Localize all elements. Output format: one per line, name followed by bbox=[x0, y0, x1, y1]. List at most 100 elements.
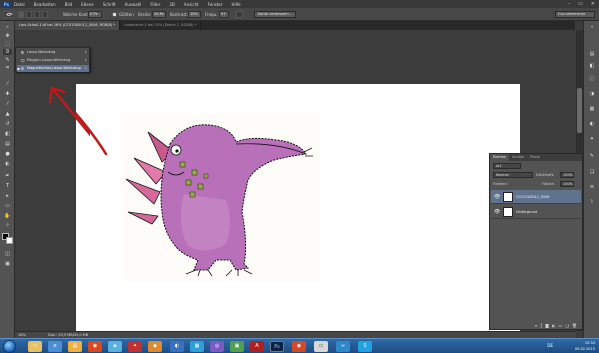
hand-tool-icon[interactable]: ✋ bbox=[3, 213, 12, 219]
flyout-item-lasso[interactable]: ᘐ Lasso-Werkzeug L bbox=[17, 49, 89, 56]
history-brush-icon[interactable]: ↺ bbox=[3, 121, 12, 127]
quick-mask-icon[interactable]: ◫ bbox=[3, 251, 12, 257]
skype-icon[interactable]: S bbox=[358, 341, 372, 352]
intersect-selection-icon[interactable] bbox=[42, 11, 48, 18]
eyedropper-tool-icon[interactable]: ⁄ bbox=[3, 81, 12, 87]
stamp-tool-icon[interactable]: ▲ bbox=[3, 111, 12, 117]
firefox-icon[interactable]: ◉ bbox=[88, 341, 102, 352]
folder-icon[interactable]: ▤ bbox=[68, 341, 82, 352]
mask-icon[interactable]: ◙ bbox=[545, 323, 549, 328]
shape-tool-icon[interactable]: ▭ bbox=[3, 203, 12, 209]
feather-field[interactable]: 0 Px bbox=[88, 11, 102, 18]
tab-lars-scholl[interactable]: Lars-Scholl-1.tif bei 16% (CCV1000012_00… bbox=[15, 21, 121, 30]
trash-icon[interactable]: 🗑 bbox=[572, 323, 577, 328]
explorer-icon[interactable]: ▭ bbox=[28, 341, 42, 352]
flyout-item-polygon-lasso[interactable]: ⌬ Polygon-Lasso-Werkzeug L bbox=[17, 57, 89, 64]
opacity-field[interactable]: 100% bbox=[560, 172, 574, 178]
brush-tool-icon[interactable]: ⁄ bbox=[3, 101, 12, 107]
eraser-tool-icon[interactable]: ◧ bbox=[3, 131, 12, 137]
paths-panel-icon[interactable]: ⌇ bbox=[588, 199, 596, 206]
subtract-selection-icon[interactable] bbox=[34, 11, 40, 18]
tab-ebenen[interactable]: Ebenen bbox=[490, 154, 510, 161]
menu-filter[interactable]: Filter bbox=[150, 2, 160, 7]
minimize-button[interactable]: – bbox=[568, 1, 571, 7]
app-icon[interactable]: ▭ bbox=[314, 341, 328, 352]
menu-schrift[interactable]: Schrift bbox=[103, 2, 116, 7]
menu-bearbeiten[interactable]: Bearbeiten bbox=[34, 2, 56, 7]
close-button[interactable]: ✕ bbox=[591, 1, 595, 7]
acrobat-icon[interactable]: A bbox=[250, 341, 264, 352]
folder-icon[interactable]: ▭ bbox=[559, 323, 563, 328]
blur-tool-icon[interactable]: ● bbox=[3, 151, 12, 157]
move-tool-icon[interactable]: ✥ bbox=[3, 33, 12, 39]
tool-preset-picker[interactable] bbox=[3, 11, 14, 18]
start-button[interactable] bbox=[3, 340, 16, 353]
app-icon[interactable]: ✦ bbox=[128, 341, 142, 352]
menu-hilfe[interactable]: Hilfe bbox=[232, 2, 241, 7]
menu-auswahl[interactable]: Auswahl bbox=[125, 2, 142, 7]
tab-kanaele[interactable]: Kanäle bbox=[509, 154, 527, 161]
background-color-swatch[interactable] bbox=[6, 237, 13, 244]
layer-row[interactable]: 👁 CCV1000012_0006 bbox=[491, 190, 581, 204]
menu-ansicht[interactable]: Ansicht bbox=[184, 2, 199, 7]
add-selection-icon[interactable] bbox=[26, 11, 32, 18]
tab-pfade[interactable]: Pfade bbox=[527, 154, 543, 161]
path-select-icon[interactable]: ▸ bbox=[3, 193, 12, 199]
menu-ebene[interactable]: Ebene bbox=[81, 2, 94, 7]
properties-panel-icon[interactable]: ◧ bbox=[588, 63, 596, 70]
new-selection-icon[interactable] bbox=[18, 11, 24, 18]
link-icon[interactable]: ∞ bbox=[534, 323, 537, 328]
menu-datei[interactable]: Datei bbox=[14, 2, 25, 7]
app-icon[interactable]: ◈ bbox=[108, 341, 122, 352]
maximize-button[interactable]: ▭ bbox=[578, 1, 583, 7]
history-panel-icon[interactable]: ▤ bbox=[588, 51, 596, 58]
app-icon[interactable]: ◐ bbox=[170, 341, 184, 352]
layer-filter-select[interactable]: Art bbox=[493, 163, 521, 169]
menu-3d[interactable]: 3D bbox=[169, 2, 175, 7]
info-panel-icon[interactable]: ⓘ bbox=[588, 76, 596, 83]
workspace-select[interactable]: Grundelemente bbox=[555, 11, 595, 18]
quick-select-tool-icon[interactable]: ✎ bbox=[3, 57, 12, 63]
collapse-icon[interactable]: » bbox=[3, 24, 12, 30]
app-icon[interactable]: ◉ bbox=[292, 341, 306, 352]
flyout-item-magnetic-lasso[interactable]: ▪ ᘐ Magnetisches-Lasso-Werkzeug L bbox=[17, 65, 89, 72]
swatches-panel-icon[interactable]: ▦ bbox=[588, 106, 596, 113]
zoom-tool-icon[interactable]: ⌕ bbox=[3, 222, 12, 228]
adjustment-icon[interactable]: ◐ bbox=[552, 323, 556, 328]
new-layer-icon[interactable]: ❏ bbox=[565, 323, 569, 328]
crop-tool-icon[interactable]: ⌗ bbox=[3, 65, 12, 71]
pen-pressure-icon[interactable] bbox=[236, 11, 243, 18]
styles-panel-icon[interactable]: ✦ bbox=[588, 136, 596, 143]
document-canvas[interactable] bbox=[76, 84, 520, 331]
dodge-tool-icon[interactable]: ◐ bbox=[3, 161, 12, 167]
menu-fenster[interactable]: Fenster bbox=[208, 2, 223, 7]
layers-panel-icon[interactable]: ❏ bbox=[588, 169, 596, 176]
marquee-tool-icon[interactable]: ⬚ bbox=[3, 41, 12, 47]
document-info[interactable]: Dok.: 29,9 MB/45,0 MB bbox=[48, 333, 88, 337]
brush-panel-icon[interactable]: ✎ bbox=[588, 153, 596, 160]
menu-bild[interactable]: Bild bbox=[65, 2, 73, 7]
ie-icon[interactable]: e bbox=[48, 341, 62, 352]
eye-icon[interactable]: 👁 bbox=[494, 194, 500, 200]
language-indicator[interactable]: DE bbox=[547, 343, 553, 348]
channels-panel-icon[interactable]: ≡ bbox=[588, 184, 596, 191]
app-icon[interactable]: ◆ bbox=[148, 341, 162, 352]
fill-field[interactable]: 100% bbox=[560, 181, 574, 187]
frequency-field[interactable]: 57 bbox=[219, 11, 229, 18]
color-panel-icon[interactable]: ◑ bbox=[588, 91, 596, 98]
zoom-readout[interactable]: 16% bbox=[18, 333, 26, 337]
width-field[interactable]: 10 Px bbox=[152, 11, 166, 18]
screen-mode-icon[interactable]: ▣ bbox=[3, 261, 12, 267]
app-icon[interactable]: ▦ bbox=[190, 341, 204, 352]
tab-unbenannt[interactable]: Unbenannt-1 bei 25% (Ebene 1, RGB/8) * bbox=[120, 21, 202, 30]
photoshop-taskbar-icon[interactable]: Ps bbox=[270, 341, 284, 352]
gradient-tool-icon[interactable]: ▤ bbox=[3, 141, 12, 147]
blend-mode-select[interactable]: Normal bbox=[493, 172, 533, 178]
type-tool-icon[interactable]: T bbox=[3, 183, 12, 189]
contrast-field[interactable]: 10% bbox=[188, 11, 201, 18]
refine-edge-button[interactable]: Kante verbessern... bbox=[254, 11, 296, 18]
fx-icon[interactable]: ƒ bbox=[541, 323, 542, 328]
healing-tool-icon[interactable]: ✚ bbox=[3, 91, 12, 97]
scrollbar-thumb[interactable] bbox=[577, 88, 582, 133]
layer-row[interactable]: 👁 Hintergrund bbox=[491, 205, 581, 219]
